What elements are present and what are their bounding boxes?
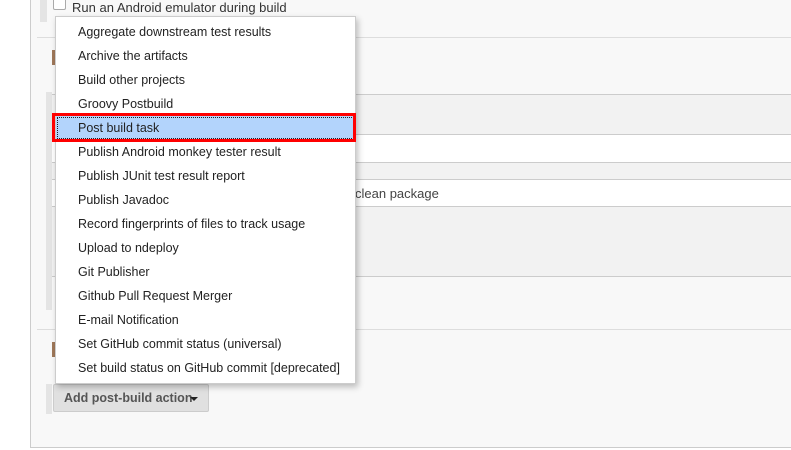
menu-item[interactable]: Publish JUnit test result report — [56, 164, 355, 188]
menu-item[interactable]: Upload to ndeploy — [56, 236, 355, 260]
menu-item[interactable]: Archive the artifacts — [56, 44, 355, 68]
menu-item[interactable]: Github Pull Request Merger — [56, 284, 355, 308]
menu-item[interactable]: Post build task — [56, 116, 355, 140]
menu-item[interactable]: Publish Android monkey tester result — [56, 140, 355, 164]
emulator-checkbox[interactable] — [53, 0, 66, 10]
left-gutter-bar — [40, 0, 47, 22]
post-build-action-menu: Aggregate downstream test results Archive… — [55, 16, 356, 384]
goals-value: clean package — [355, 186, 439, 201]
add-post-build-action-label: Add post-build action — [64, 391, 193, 405]
button-gutter-bar — [46, 384, 52, 414]
menu-item[interactable]: Record fingerprints of files to track us… — [56, 212, 355, 236]
menu-item[interactable]: Set build status on GitHub commit [depre… — [56, 356, 355, 380]
emulator-checkbox-label: Run an Android emulator during build — [72, 0, 287, 15]
menu-item[interactable]: Build other projects — [56, 68, 355, 92]
menu-item[interactable]: Aggregate downstream test results — [56, 20, 355, 44]
menu-item[interactable]: E-mail Notification — [56, 308, 355, 332]
menu-item[interactable]: Groovy Postbuild — [56, 92, 355, 116]
menu-item[interactable]: Publish Javadoc — [56, 188, 355, 212]
menu-item[interactable]: Git Publisher — [56, 260, 355, 284]
menu-item[interactable]: Set GitHub commit status (universal) — [56, 332, 355, 356]
caret-down-icon — [190, 397, 198, 401]
add-post-build-action-button[interactable]: Add post-build action — [53, 384, 209, 412]
